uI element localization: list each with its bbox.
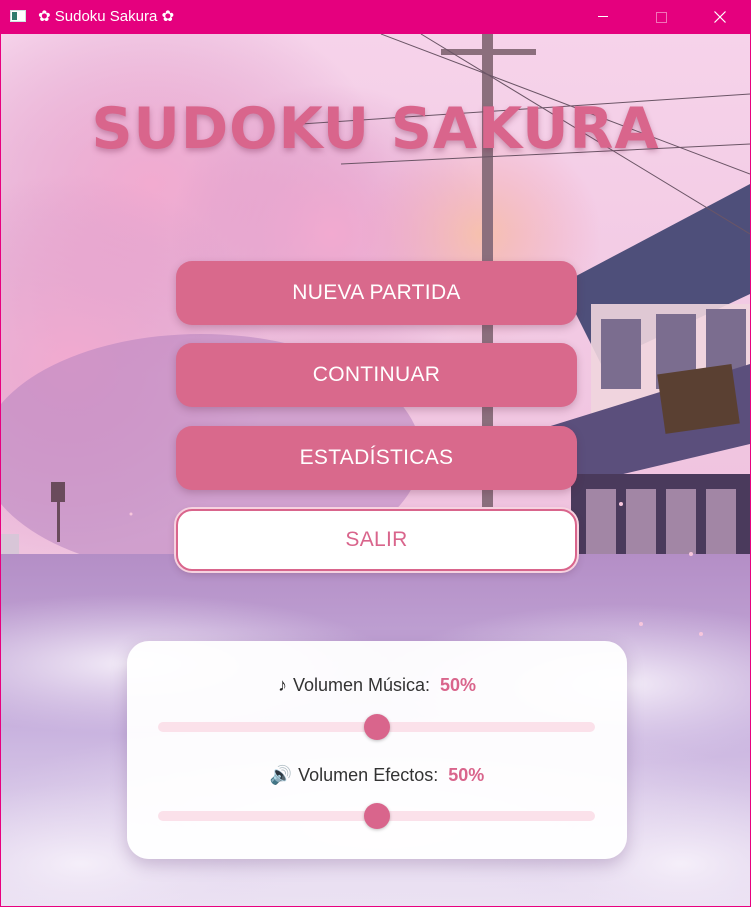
new-game-button[interactable]: NUEVA PARTIDA — [176, 261, 577, 325]
music-volume-slider[interactable] — [158, 714, 595, 740]
app-icon — [10, 10, 26, 22]
maximize-icon — [656, 12, 667, 23]
effects-volume-slider[interactable] — [158, 803, 595, 829]
close-button[interactable] — [697, 0, 743, 34]
title-bar[interactable]: ✿ Sudoku Sakura ✿ — [0, 0, 751, 34]
effects-volume-value: 50% — [448, 765, 485, 785]
continue-button[interactable]: CONTINUAR — [176, 343, 577, 407]
effects-volume-slider-handle[interactable] — [363, 803, 390, 829]
music-volume-row: ♪ Volumen Música: 50% — [127, 675, 627, 696]
exit-button[interactable]: SALIR — [176, 509, 577, 571]
statistics-button[interactable]: ESTADÍSTICAS — [176, 426, 577, 490]
effects-volume-row: 🔊 Volumen Efectos: 50% — [127, 765, 627, 786]
close-icon — [714, 11, 726, 23]
minimize-button[interactable] — [580, 0, 626, 34]
volume-panel: ♪ Volumen Música: 50% 🔊 Volumen Efectos: 50% — [127, 641, 627, 859]
window-title-label: Sudoku Sakura — [54, 8, 158, 25]
game-title: SUDOKU SAKURA — [91, 96, 660, 162]
app-window: ✿ Sudoku Sakura ✿ SUDOKU SAKURA NUEVA PA… — [0, 0, 751, 907]
flower-icon: ✿ — [161, 8, 175, 25]
flower-icon: ✿ — [38, 8, 51, 25]
speaker-icon: 🔊 — [269, 765, 293, 785]
main-content: SUDOKU SAKURA NUEVA PARTIDA CONTINUAR ES… — [1, 34, 750, 906]
window-title: ✿ Sudoku Sakura ✿ — [38, 8, 174, 26]
maximize-button[interactable] — [638, 0, 684, 34]
effects-volume-label: Volumen Efectos: — [298, 765, 439, 785]
minimize-icon — [598, 16, 608, 17]
music-volume-label: Volumen Música: — [292, 675, 431, 695]
music-note-icon: ♪ — [277, 675, 287, 695]
music-volume-slider-handle[interactable] — [363, 714, 390, 740]
music-volume-value: 50% — [440, 675, 477, 695]
